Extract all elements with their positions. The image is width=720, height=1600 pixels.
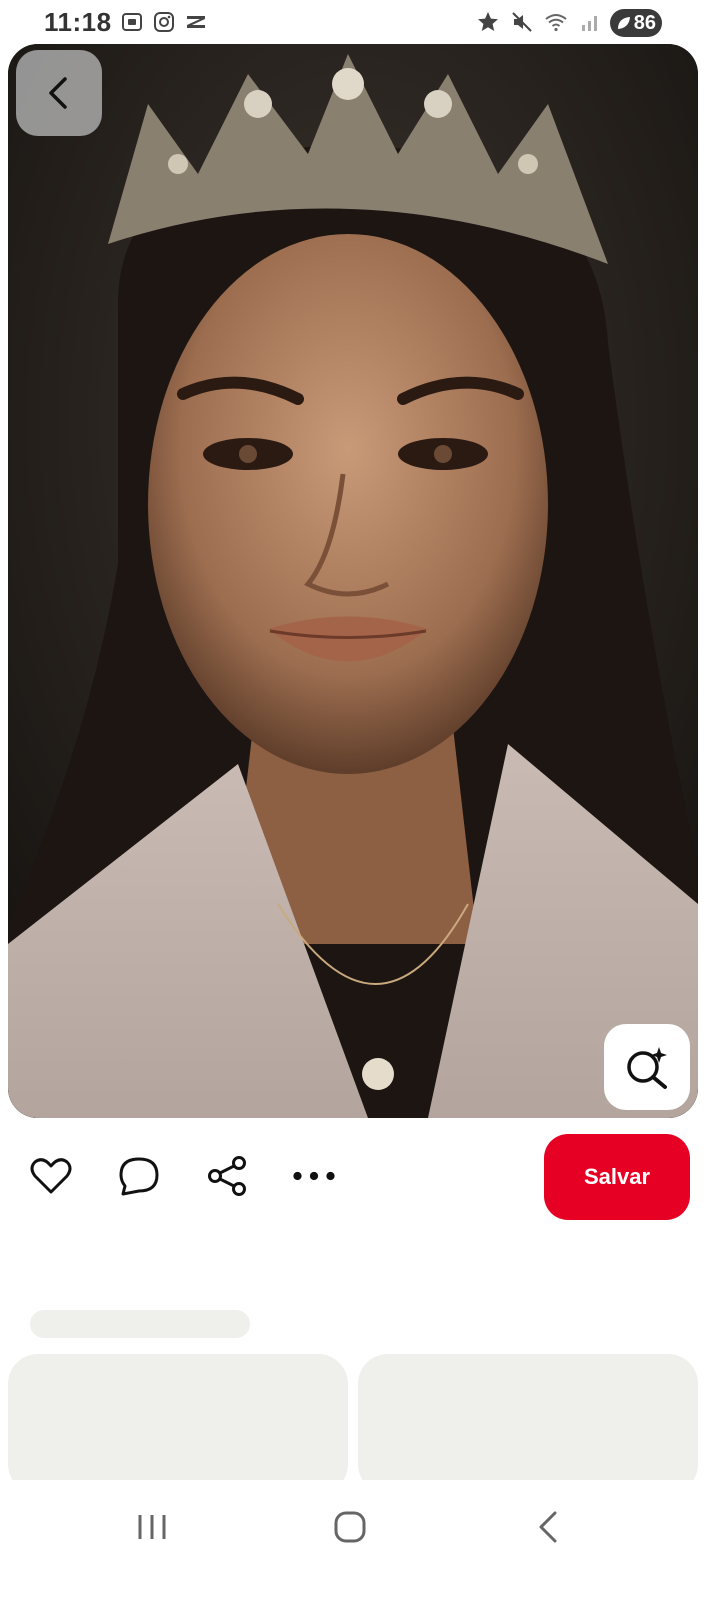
pin-image[interactable] xyxy=(8,44,698,1118)
share-icon xyxy=(208,1156,246,1196)
status-right-icons xyxy=(476,10,602,34)
visual-search-icon xyxy=(627,1047,667,1089)
star-icon xyxy=(478,12,498,31)
comment-button[interactable] xyxy=(117,1154,161,1198)
chevron-left-icon xyxy=(49,77,67,109)
back-button[interactable] xyxy=(16,50,102,136)
wifi-icon xyxy=(545,14,567,32)
home-button[interactable] xyxy=(320,1502,380,1552)
status-time: 11:18 xyxy=(44,7,112,37)
loading-placeholder-card xyxy=(358,1354,698,1494)
loading-placeholder-title xyxy=(30,1310,250,1338)
more-icon xyxy=(293,1171,335,1181)
instagram-icon xyxy=(154,12,174,32)
signal-icon xyxy=(582,16,597,31)
share-button[interactable] xyxy=(205,1154,249,1198)
battery-icon: 86 xyxy=(610,9,662,37)
status-left-icons xyxy=(120,10,208,34)
save-button[interactable]: Salvar xyxy=(544,1134,690,1220)
battery-level: 86 xyxy=(633,11,656,34)
heart-icon xyxy=(30,1158,72,1194)
visual-search-button[interactable] xyxy=(604,1024,690,1110)
more-options-button[interactable] xyxy=(292,1154,336,1198)
comment-icon xyxy=(119,1157,159,1196)
system-back-button[interactable] xyxy=(518,1502,578,1552)
recent-apps-button[interactable] xyxy=(122,1502,182,1552)
back-icon xyxy=(539,1511,557,1543)
like-button[interactable] xyxy=(29,1154,73,1198)
status-bar: 11:18 86 xyxy=(0,0,720,44)
screenshot-icon xyxy=(122,13,142,31)
system-nav-bar xyxy=(0,1480,720,1600)
home-icon xyxy=(334,1511,366,1543)
recent-apps-icon xyxy=(138,1515,166,1539)
capcut-icon xyxy=(187,16,205,28)
battery-saver-icon xyxy=(618,17,630,29)
action-row: Salvar xyxy=(0,1134,720,1220)
loading-placeholder-card xyxy=(8,1354,348,1494)
mute-icon xyxy=(512,12,532,32)
pin-photo xyxy=(8,44,698,1118)
